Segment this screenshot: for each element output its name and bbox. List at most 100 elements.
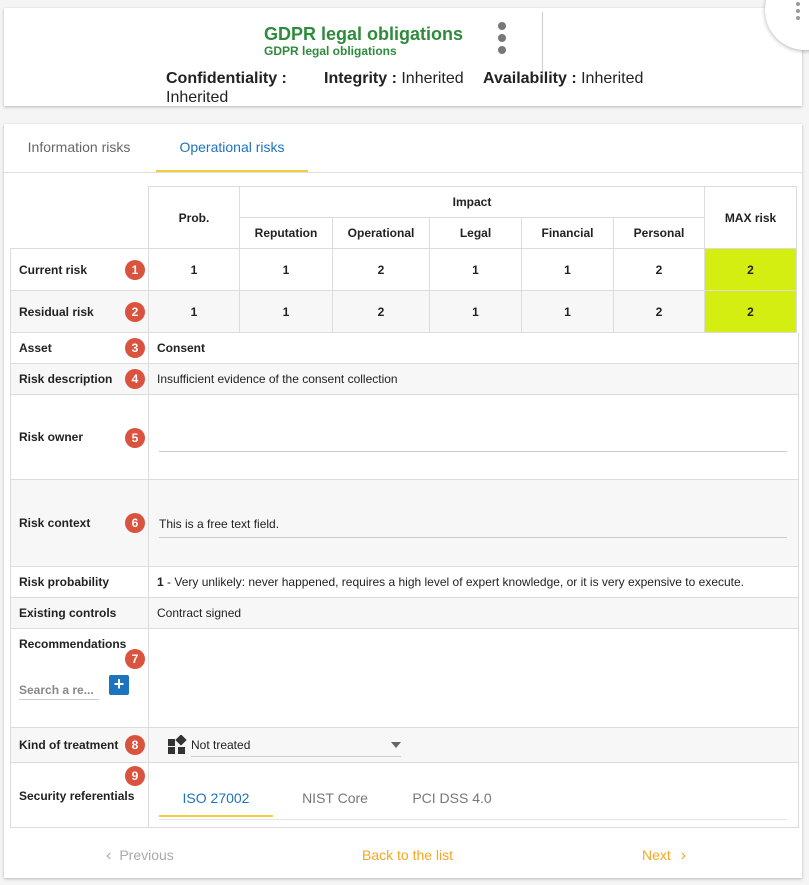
back-to-list-link[interactable]: Back to the list	[362, 847, 453, 863]
recommendations-label: Recommendations	[19, 637, 127, 651]
chevron-down-icon	[391, 742, 401, 748]
next-label: Next	[642, 847, 671, 863]
integrity-value: Inherited	[401, 70, 464, 87]
confidentiality-value: Inherited	[166, 89, 229, 106]
step-badge-7: 7	[125, 649, 145, 669]
more-options-icon[interactable]	[494, 22, 510, 58]
step-badge-9: 9	[125, 766, 145, 786]
existing-controls-label: Existing controls	[19, 606, 117, 620]
header-card: GDPR legal obligations GDPR legal obliga…	[4, 8, 802, 106]
risk-context-label: Risk context	[19, 516, 91, 530]
risk-owner-label: Risk owner	[19, 430, 84, 444]
residual-risk-label: Residual risk 2	[10, 290, 149, 333]
tab-iso-27002[interactable]: ISO 27002	[159, 781, 273, 817]
residual-prob-cell[interactable]: 1	[148, 290, 240, 333]
asset-row: Asset 3 Consent	[10, 333, 799, 364]
risk-description-value: Insufficient evidence of the consent col…	[157, 372, 398, 386]
risk-context-input[interactable]: This is a free text field.	[159, 517, 787, 538]
table-corner	[11, 187, 149, 249]
risk-description-row: Risk description 4 Insufficient evidence…	[10, 364, 799, 395]
residual-impact-cell[interactable]: 2	[613, 290, 705, 333]
risk-matrix-table: Prob. Impact MAX risk Reputation Operati…	[10, 186, 797, 333]
risk-probability-number: 1	[157, 575, 164, 589]
asset-value: Consent	[157, 341, 205, 355]
confidentiality-field: Confidentiality :	[166, 70, 287, 88]
page-title: GDPR legal obligations	[264, 24, 464, 44]
treatment-select[interactable]: Not treated	[191, 738, 401, 757]
risk-probability-text: - Very unlikely: never happened, require…	[163, 575, 745, 589]
step-badge-6: 6	[125, 513, 145, 533]
tab-pci-dss-4[interactable]: PCI DSS 4.0	[397, 781, 507, 815]
risk-owner-input[interactable]	[159, 437, 787, 452]
security-referentials-label: Security referentials	[19, 789, 135, 803]
integrity-field: Integrity : Inherited	[324, 70, 464, 88]
current-risk-text: Current risk	[19, 262, 88, 277]
current-prob-cell[interactable]: 1	[148, 248, 240, 291]
step-badge-5: 5	[125, 428, 145, 448]
corner-menu-icon	[796, 2, 802, 23]
next-button[interactable]: Next ›	[642, 847, 686, 865]
asset-label: Asset	[19, 341, 52, 355]
current-impact-cell[interactable]: 1	[239, 248, 333, 291]
kind-of-treatment-label: Kind of treatment	[19, 738, 119, 752]
max-risk-header: MAX risk	[704, 186, 797, 249]
current-max-risk-cell: 2	[704, 248, 797, 291]
current-impact-cell[interactable]: 1	[521, 248, 614, 291]
availability-label: Availability :	[483, 70, 577, 87]
recommendations-row: Recommendations 7 Search a re... +	[10, 629, 799, 728]
header-divider	[542, 12, 543, 74]
tab-information-risks[interactable]: Information risks	[4, 124, 154, 170]
risk-card: Information risks Operational risks Prob…	[4, 124, 802, 878]
residual-impact-cell[interactable]: 1	[521, 290, 614, 333]
step-badge-2: 2	[125, 302, 145, 322]
impact-column-legal: Legal	[429, 217, 522, 249]
impact-column-reputation: Reputation	[239, 217, 333, 249]
add-recommendation-icon[interactable]: +	[109, 675, 129, 695]
treatment-type-icon	[168, 735, 187, 754]
current-impact-cell[interactable]: 2	[332, 248, 430, 291]
chevron-right-icon: ›	[680, 847, 687, 864]
availability-field: Availability : Inherited	[483, 70, 643, 88]
current-risk-label: Current risk 1	[10, 248, 149, 291]
risk-context-row: Risk context 6 This is a free text field…	[10, 480, 799, 567]
residual-max-risk-cell: 2	[704, 290, 797, 333]
step-badge-8: 8	[125, 735, 145, 755]
confidentiality-label: Confidentiality :	[166, 70, 287, 87]
referential-tabs: ISO 27002 NIST Core PCI DSS 4.0	[159, 781, 787, 820]
security-referentials-row: Security referentials 9 ISO 27002 NIST C…	[10, 763, 799, 828]
prob-header: Prob.	[148, 186, 240, 249]
kind-of-treatment-row: Kind of treatment 8 Not treated	[10, 728, 799, 763]
previous-button[interactable]: ‹ Previous	[106, 847, 174, 865]
risk-description-label: Risk description	[19, 372, 113, 386]
recommendation-search-input[interactable]: Search a re...	[19, 683, 99, 700]
impact-column-personal: Personal	[613, 217, 705, 249]
page-subtitle: GDPR legal obligations	[264, 44, 397, 58]
risk-owner-row: Risk owner 5	[10, 395, 799, 480]
impact-header: Impact	[239, 186, 705, 218]
chevron-left-icon: ‹	[106, 847, 112, 864]
risk-probability-label: Risk probability	[19, 575, 110, 589]
treatment-select-value: Not treated	[191, 738, 251, 752]
residual-impact-cell[interactable]: 1	[239, 290, 333, 333]
residual-impact-cell[interactable]: 2	[332, 290, 430, 333]
availability-value: Inherited	[581, 70, 644, 87]
existing-controls-value: Contract signed	[157, 606, 242, 620]
step-badge-1: 1	[125, 260, 145, 280]
previous-label: Previous	[119, 847, 174, 863]
table-row: Residual risk 2 1 1 2 1 1 2 2	[10, 290, 797, 333]
tab-nist-core[interactable]: NIST Core	[283, 781, 387, 815]
residual-impact-cell[interactable]: 1	[429, 290, 522, 333]
step-badge-3: 3	[125, 338, 145, 358]
current-impact-cell[interactable]: 2	[613, 248, 705, 291]
integrity-label: Integrity :	[324, 70, 397, 87]
risk-probability-row: Risk probability 1 - Very unlikely: neve…	[10, 567, 799, 598]
impact-column-operational: Operational	[332, 217, 430, 249]
risk-probability-value: 1 - Very unlikely: never happened, requi…	[157, 575, 744, 589]
step-badge-4: 4	[125, 369, 145, 389]
tab-operational-risks[interactable]: Operational risks	[156, 124, 308, 172]
impact-column-financial: Financial	[521, 217, 614, 249]
residual-risk-text: Residual risk	[19, 304, 94, 319]
existing-controls-row: Existing controls Contract signed	[10, 598, 799, 629]
table-row: Current risk 1 1 1 2 1 1 2 2	[10, 248, 797, 291]
current-impact-cell[interactable]: 1	[429, 248, 522, 291]
